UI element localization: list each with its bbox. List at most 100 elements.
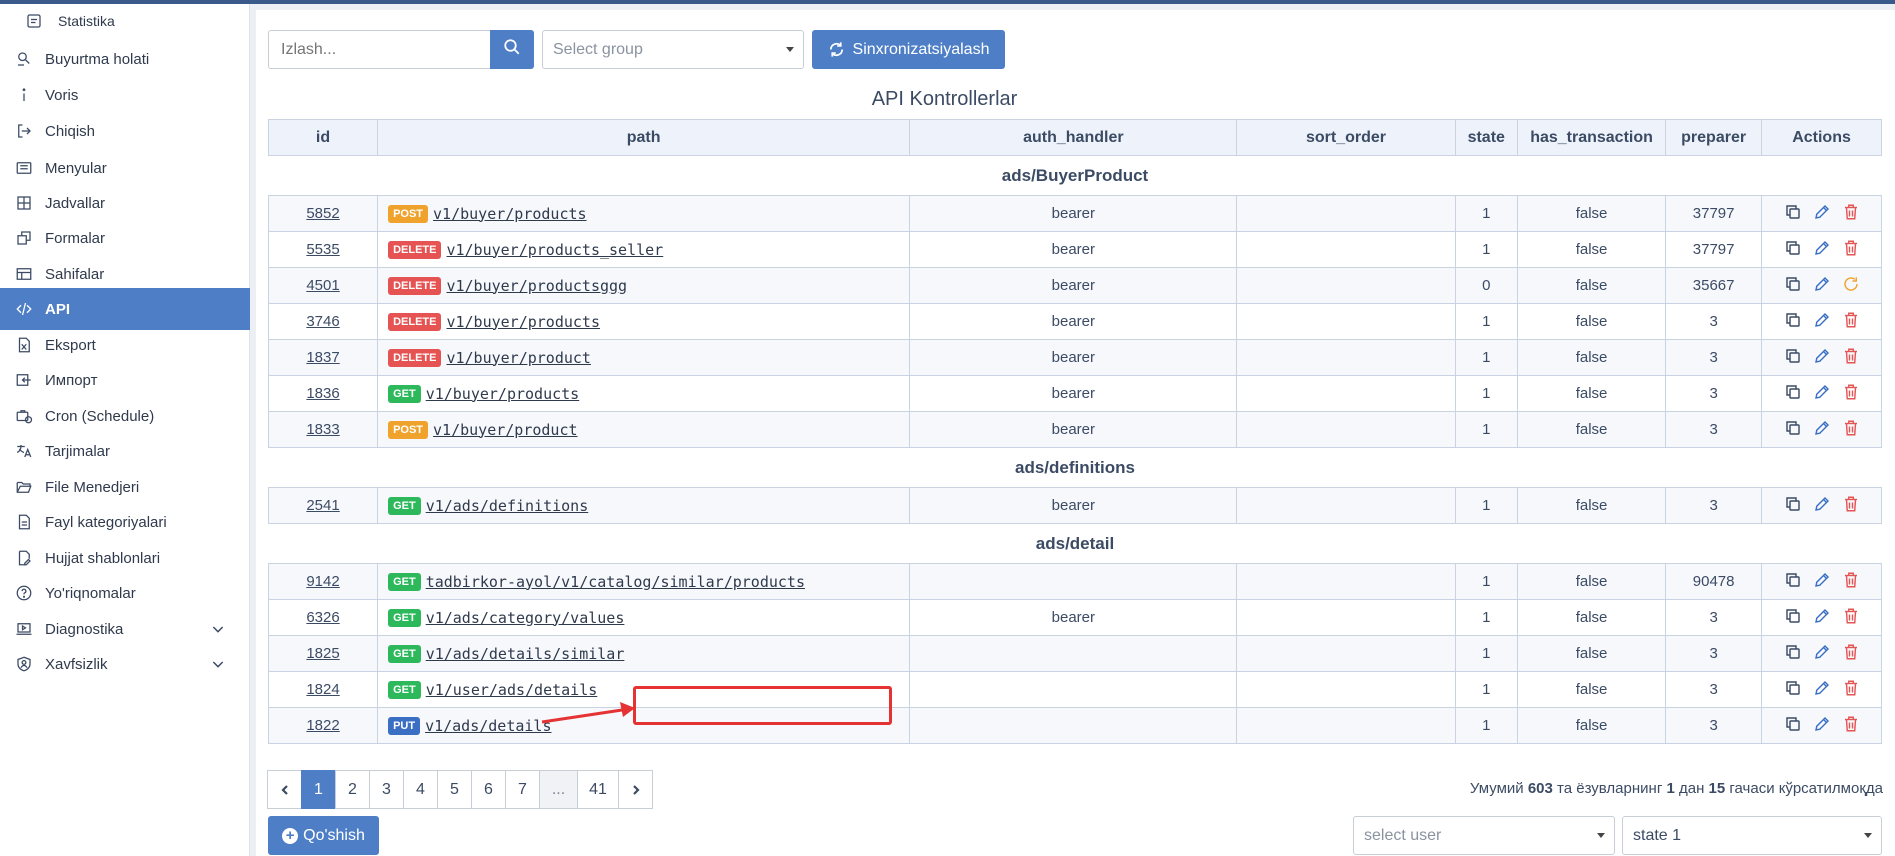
edit-icon[interactable] (1813, 347, 1831, 369)
path-link[interactable]: v1/buyer/products_seller (446, 241, 663, 259)
header-has-transaction[interactable]: has_transaction (1516, 119, 1667, 156)
copy-icon[interactable] (1784, 203, 1802, 225)
edit-icon[interactable] (1813, 607, 1831, 629)
group-select[interactable]: Select group (542, 30, 804, 69)
pagination-page[interactable]: 4 (403, 770, 438, 809)
edit-icon[interactable] (1813, 383, 1831, 405)
sidebar-item-statistika[interactable]: Statistika (0, 4, 250, 38)
id-link[interactable]: 1837 (306, 349, 339, 366)
header-state[interactable]: state (1454, 119, 1518, 156)
path-link[interactable]: v1/buyer/product (433, 421, 578, 439)
copy-icon[interactable] (1784, 679, 1802, 701)
delete-icon[interactable] (1842, 311, 1860, 333)
delete-icon[interactable] (1842, 715, 1860, 737)
id-link[interactable]: 5852 (306, 205, 339, 222)
edit-icon[interactable] (1813, 495, 1831, 517)
copy-icon[interactable] (1784, 311, 1802, 333)
delete-icon[interactable] (1842, 679, 1860, 701)
id-link[interactable]: 1825 (306, 645, 339, 662)
delete-icon[interactable] (1842, 607, 1860, 629)
delete-icon[interactable] (1842, 347, 1860, 369)
delete-icon[interactable] (1842, 495, 1860, 517)
pagination-prev[interactable] (267, 770, 302, 809)
path-link[interactable]: v1/buyer/products (446, 313, 600, 331)
id-link[interactable]: 5535 (306, 241, 339, 258)
header-preparer[interactable]: preparer (1665, 119, 1763, 156)
copy-icon[interactable] (1784, 239, 1802, 261)
path-link[interactable]: v1/buyer/products (433, 205, 587, 223)
id-link[interactable]: 4501 (306, 277, 339, 294)
pagination-page[interactable]: 6 (471, 770, 506, 809)
header-path[interactable]: path (377, 119, 911, 156)
edit-icon[interactable] (1813, 643, 1831, 665)
copy-icon[interactable] (1784, 715, 1802, 737)
copy-icon[interactable] (1784, 607, 1802, 629)
chart-icon (22, 9, 46, 33)
pagination-page[interactable]: 41 (577, 770, 619, 809)
header-id[interactable]: id (267, 119, 379, 156)
path-link[interactable]: v1/buyer/productsggg (446, 277, 627, 295)
delete-icon[interactable] (1842, 571, 1860, 593)
path-link[interactable]: v1/ads/details/similar (426, 645, 625, 663)
pagination-next[interactable] (618, 770, 653, 809)
path-link[interactable]: v1/user/ads/details (426, 681, 598, 699)
copy-icon[interactable] (1784, 275, 1802, 297)
method-badge: PUT (388, 716, 421, 735)
user-shield-icon (12, 652, 36, 676)
id-link[interactable]: 1833 (306, 421, 339, 438)
chevron-down-icon[interactable] (210, 621, 226, 637)
delete-icon[interactable] (1842, 239, 1860, 261)
path-link[interactable]: tadbirkor-ayol/v1/catalog/similar/produc… (426, 573, 805, 591)
delete-icon[interactable] (1842, 643, 1860, 665)
user-select[interactable]: select user (1353, 816, 1615, 855)
id-link[interactable]: 1836 (306, 385, 339, 402)
id-link[interactable]: 2541 (306, 497, 339, 514)
copy-icon[interactable] (1784, 495, 1802, 517)
path-link[interactable]: v1/buyer/product (446, 349, 591, 367)
pagination-page[interactable]: 1 (301, 770, 336, 809)
chevron-down-icon[interactable] (210, 656, 226, 672)
pagination-page[interactable]: 5 (437, 770, 472, 809)
pagination-page[interactable]: 3 (369, 770, 404, 809)
pagination-page[interactable]: 7 (505, 770, 540, 809)
search-button[interactable] (490, 30, 534, 69)
path-link[interactable]: v1/ads/definitions (426, 497, 589, 515)
edit-icon[interactable] (1813, 715, 1831, 737)
sync-button[interactable]: Sinxronizatsiyalash (812, 30, 1005, 69)
table-row: 1836 GET v1/buyer/products bearer 1 false 3 (267, 375, 1882, 412)
edit-icon[interactable] (1813, 419, 1831, 441)
pagination-ellipsis: ... (539, 770, 578, 809)
edit-icon[interactable] (1813, 571, 1831, 593)
edit-icon[interactable] (1813, 275, 1831, 297)
header-auth-handler[interactable]: auth_handler (909, 119, 1238, 156)
copy-icon[interactable] (1784, 419, 1802, 441)
copy-icon[interactable] (1784, 571, 1802, 593)
header-sort-order[interactable]: sort_order (1236, 119, 1456, 156)
state-select[interactable]: state 1 (1622, 816, 1882, 855)
copy-icon[interactable] (1784, 347, 1802, 369)
search-input[interactable] (268, 30, 490, 69)
delete-icon[interactable] (1842, 383, 1860, 405)
id-link[interactable]: 6326 (306, 609, 339, 626)
copy-icon[interactable] (1784, 383, 1802, 405)
edit-icon[interactable] (1813, 203, 1831, 225)
sidebar-item-label: Diagnostika (45, 620, 124, 638)
delete-icon[interactable] (1842, 419, 1860, 441)
path-link[interactable]: v1/ads/details (425, 717, 551, 735)
edit-icon[interactable] (1813, 311, 1831, 333)
restore-icon[interactable] (1842, 275, 1860, 297)
edit-icon[interactable] (1813, 679, 1831, 701)
sidebar-item-xavfsizlik[interactable]: Xavfsizlik (0, 643, 250, 685)
id-link[interactable]: 1824 (306, 681, 339, 698)
path-link[interactable]: v1/ads/category/values (426, 609, 625, 627)
id-link[interactable]: 9142 (306, 573, 339, 590)
sidebar-item-chiqish[interactable]: Chiqish (0, 110, 250, 152)
id-link[interactable]: 3746 (306, 313, 339, 330)
pagination-page[interactable]: 2 (335, 770, 370, 809)
copy-icon[interactable] (1784, 643, 1802, 665)
add-button[interactable]: + Qo'shish (268, 816, 379, 855)
id-link[interactable]: 1822 (306, 717, 339, 734)
edit-icon[interactable] (1813, 239, 1831, 261)
path-link[interactable]: v1/buyer/products (426, 385, 580, 403)
delete-icon[interactable] (1842, 203, 1860, 225)
